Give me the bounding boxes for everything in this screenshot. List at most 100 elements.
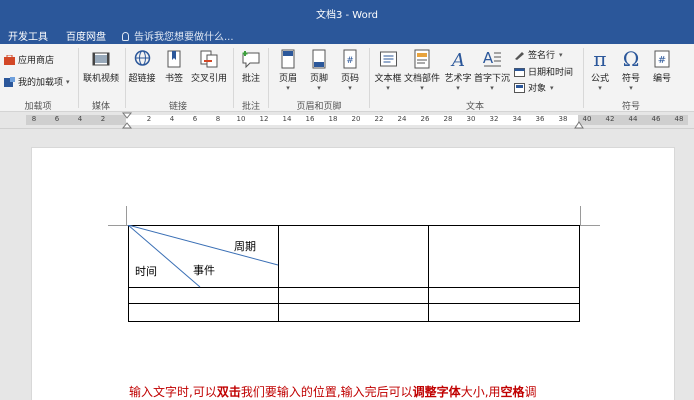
group-divider bbox=[268, 48, 269, 108]
ribbon-tabs: 开发工具 百度网盘 告诉我您想要做什么... bbox=[0, 24, 694, 44]
chevron-down-icon: ▾ bbox=[317, 84, 321, 92]
quick-parts-button[interactable]: 文档部件 ▾ bbox=[404, 49, 440, 92]
footer-button[interactable]: 页脚 ▾ bbox=[309, 49, 329, 92]
object-button[interactable]: 对象 ▾ bbox=[514, 81, 554, 94]
comment-icon bbox=[241, 49, 261, 69]
cross-reference-label: 交叉引用 bbox=[190, 74, 228, 84]
header-label: 页眉 bbox=[278, 74, 297, 84]
ruler-number: 2 bbox=[100, 115, 106, 123]
quick-parts-label: 文档部件 bbox=[403, 74, 441, 84]
window-title: 文档3 - Word bbox=[315, 10, 379, 21]
equation-label: 公式 bbox=[590, 74, 609, 84]
ruler-number: 30 bbox=[466, 115, 476, 123]
footer-label: 页脚 bbox=[309, 74, 328, 84]
symbol-label: 符号 bbox=[621, 74, 640, 84]
signature-line-label: 签名行 bbox=[528, 51, 556, 61]
globe-link-icon bbox=[132, 49, 152, 69]
equation-button[interactable]: π 公式 ▾ bbox=[590, 47, 610, 92]
signature-line-button[interactable]: 签名行 ▾ bbox=[514, 48, 563, 61]
ruler-number: 6 bbox=[54, 115, 60, 123]
crop-mark bbox=[580, 206, 581, 226]
new-comment-button[interactable]: 批注 bbox=[241, 49, 261, 84]
group-label-header-footer: 页眉和页脚 bbox=[296, 102, 342, 112]
ruler-number: 10 bbox=[236, 115, 246, 123]
right-indent-marker[interactable] bbox=[573, 118, 585, 129]
group-label-comments: 批注 bbox=[241, 102, 261, 112]
group-divider bbox=[233, 48, 234, 108]
note-part: 我们要输入的位置,输入完后可以 bbox=[240, 385, 413, 399]
header-button[interactable]: 页眉 ▾ bbox=[278, 49, 298, 92]
chevron-down-icon: ▾ bbox=[420, 84, 424, 92]
table-border bbox=[128, 303, 580, 304]
bookmark-icon bbox=[164, 49, 184, 69]
group-divider bbox=[125, 48, 126, 108]
ruler-number: 34 bbox=[512, 115, 522, 123]
instruction-text: 输入文字时,可以双击我们要输入的位置,输入完后可以调整字体大小,用空格调 bbox=[129, 383, 537, 400]
page-number-button[interactable]: # 页码 ▾ bbox=[340, 49, 360, 92]
crop-mark bbox=[580, 225, 600, 226]
chevron-down-icon: ▾ bbox=[348, 84, 352, 92]
ruler-number: 42 bbox=[605, 115, 615, 123]
wordart-icon: A bbox=[448, 49, 468, 71]
omega-icon: Ω bbox=[621, 47, 641, 71]
ruler-number: 6 bbox=[192, 115, 198, 123]
store-button[interactable]: 应用商店 bbox=[4, 53, 54, 66]
table-border bbox=[579, 225, 580, 322]
note-bold: 空格 bbox=[500, 385, 525, 399]
object-label: 对象 bbox=[528, 84, 547, 94]
textbox-icon bbox=[378, 49, 398, 69]
wordart-button[interactable]: A 艺术字 ▾ bbox=[444, 49, 471, 92]
textbox-button[interactable]: 文本框 ▾ bbox=[374, 49, 402, 92]
comment-label: 批注 bbox=[241, 74, 260, 84]
chevron-down-icon: ▾ bbox=[490, 84, 494, 92]
tell-me-box[interactable]: 告诉我您想要做什么... bbox=[122, 28, 234, 43]
ruler-number: 38 bbox=[558, 115, 568, 123]
ruler-number: 46 bbox=[651, 115, 661, 123]
cross-reference-icon bbox=[199, 49, 219, 69]
table-header-time: 时间 bbox=[135, 265, 157, 278]
my-addins-button[interactable]: 我的加载项 ▾ bbox=[4, 75, 70, 88]
group-label-addins: 加载项 bbox=[24, 102, 52, 112]
horizontal-ruler[interactable]: 8 6 4 2 2 4 6 8 10 12 14 16 18 20 22 24 … bbox=[0, 112, 694, 129]
my-addins-icon bbox=[4, 76, 15, 87]
note-bold: 调整字体 bbox=[412, 385, 461, 399]
ruler-number: 22 bbox=[374, 115, 384, 123]
ruler-number: 48 bbox=[674, 115, 684, 123]
ruler-number: 8 bbox=[31, 115, 37, 123]
document-table[interactable]: 周期 时间 事件 bbox=[128, 225, 580, 322]
bookmark-button[interactable]: 书签 bbox=[164, 49, 184, 84]
dropcap-button[interactable]: A 首字下沉 ▾ bbox=[474, 49, 510, 92]
number-button[interactable]: # 编号 bbox=[652, 49, 672, 84]
group-label-symbols: 符号 bbox=[621, 102, 641, 112]
ruler-number: 26 bbox=[420, 115, 430, 123]
online-video-button[interactable]: 联机视频 bbox=[83, 49, 119, 84]
tab-baidu-netdisk[interactable]: 百度网盘 bbox=[66, 28, 106, 43]
document-page[interactable]: 周期 时间 事件 输入文字时,可以双击我们要输入的位置,输入完后可以调整字体大小… bbox=[31, 147, 675, 400]
chevron-down-icon: ▾ bbox=[66, 77, 70, 86]
ruler-number: 36 bbox=[535, 115, 545, 123]
indent-marker[interactable] bbox=[121, 112, 133, 129]
lightbulb-icon bbox=[122, 32, 129, 41]
tab-developer[interactable]: 开发工具 bbox=[8, 28, 48, 43]
ruler-number: 4 bbox=[169, 115, 175, 123]
symbol-button[interactable]: Ω 符号 ▾ bbox=[621, 47, 641, 92]
number-icon: # bbox=[652, 49, 672, 69]
ruler-number: 14 bbox=[282, 115, 292, 123]
svg-text:Ω: Ω bbox=[623, 49, 640, 69]
group-label-text: 文本 bbox=[465, 102, 485, 112]
table-header-period: 周期 bbox=[234, 240, 256, 253]
signature-pen-icon bbox=[514, 50, 525, 60]
chevron-down-icon: ▾ bbox=[286, 84, 290, 92]
hyperlink-label: 超链接 bbox=[128, 74, 156, 84]
chevron-down-icon: ▾ bbox=[550, 83, 554, 92]
cross-reference-button[interactable]: 交叉引用 bbox=[191, 49, 227, 84]
crop-mark bbox=[108, 225, 128, 226]
table-border bbox=[128, 321, 580, 322]
chevron-down-icon: ▾ bbox=[386, 84, 390, 92]
tell-me-placeholder: 告诉我您想要做什么... bbox=[134, 32, 234, 43]
ruler-number: 18 bbox=[328, 115, 338, 123]
ruler-number: 24 bbox=[397, 115, 407, 123]
date-time-button[interactable]: 日期和时间 bbox=[514, 65, 573, 78]
quick-parts-icon bbox=[412, 49, 432, 69]
hyperlink-button[interactable]: 超链接 bbox=[128, 49, 156, 84]
